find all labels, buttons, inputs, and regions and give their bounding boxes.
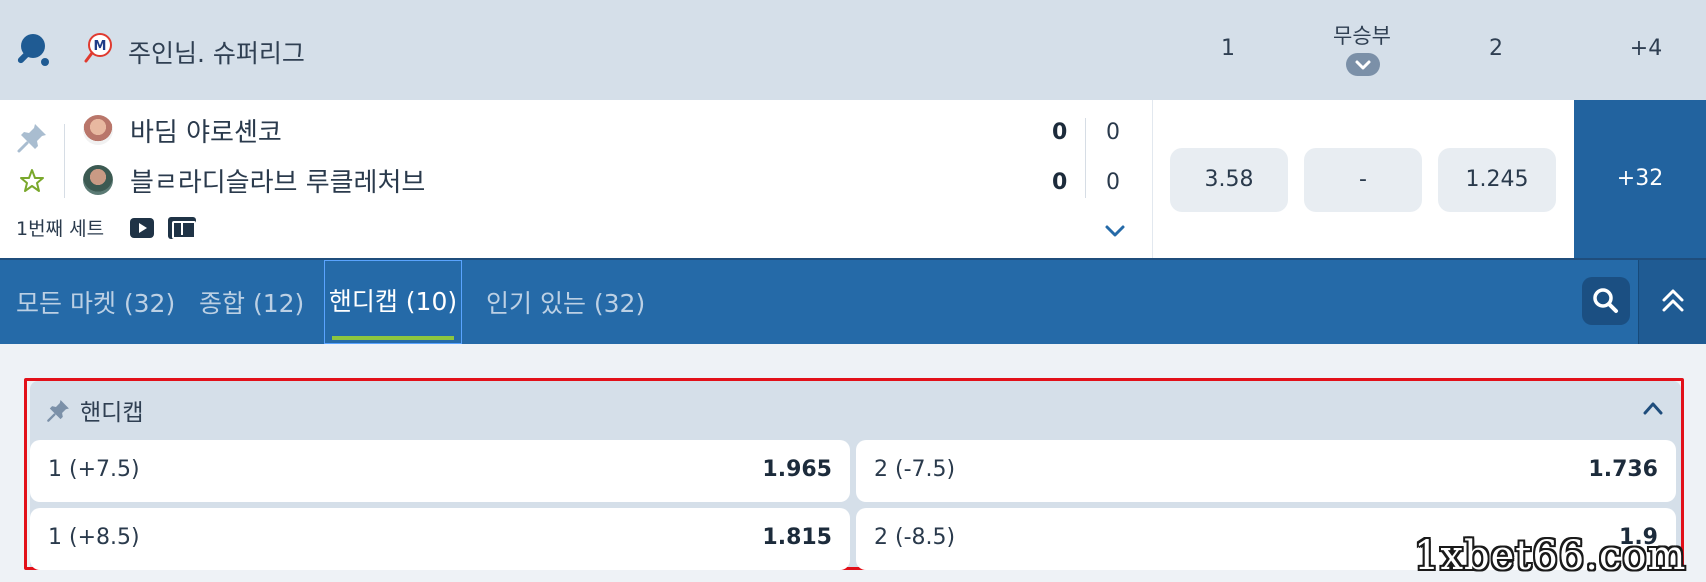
outcome-label: 1 (+7.5) (48, 457, 140, 482)
team1-game-score: 0 (1106, 120, 1120, 145)
tab-handicap-label: 핸디캡 (10) (328, 287, 458, 316)
team2-avatar (83, 165, 113, 195)
favorite-star-icon[interactable] (18, 167, 46, 195)
collapse-button[interactable] (1638, 260, 1706, 344)
chevron-down-icon (1355, 60, 1371, 70)
search-button[interactable] (1582, 277, 1630, 325)
pin-icon[interactable] (16, 120, 50, 154)
outcome-odd: 1.736 (1588, 457, 1658, 482)
svg-text:M: M (94, 39, 107, 54)
team1-name: 바딤 야로셴코 (130, 118, 282, 148)
outcome-label: 2 (-8.5) (874, 525, 956, 550)
double-chevron-up-icon (1662, 289, 1684, 312)
scoreboard-icon[interactable] (168, 217, 196, 239)
main-odds-panel: 3.58 - 1.245 (1152, 100, 1574, 258)
league-logo-icon: M (84, 33, 112, 63)
table-tennis-icon (17, 34, 49, 66)
team2-game-score: 0 (1106, 170, 1120, 195)
league-name[interactable]: 주인님. 슈퍼리그 (128, 34, 305, 70)
column-more-label[interactable]: +4 (1606, 36, 1686, 61)
active-tab-indicator (332, 336, 454, 340)
tab-all-markets[interactable]: 모든 마켓 (32) (16, 284, 175, 320)
market-title[interactable]: 핸디캡 (80, 393, 143, 427)
column-home-label: 1 (1221, 36, 1235, 61)
divider (64, 124, 65, 198)
team2-set-score: 0 (1052, 170, 1068, 195)
watermark: 1xbet66.com (1414, 533, 1687, 579)
score-divider (1085, 118, 1086, 198)
more-markets-button[interactable]: +32 (1574, 100, 1706, 258)
tab-popular[interactable]: 인기 있는 (32) (486, 284, 645, 320)
outcome-odd: 1.965 (762, 457, 832, 482)
column-away-label: 2 (1489, 36, 1503, 61)
outcome-button[interactable]: 1 (+8.5) 1.815 (30, 508, 850, 570)
outcome-button[interactable]: 1 (+7.5) 1.965 (30, 440, 850, 502)
outcome-odd: 1.815 (762, 525, 832, 550)
outcome-label: 1 (+8.5) (48, 525, 140, 550)
odd-home-button[interactable]: 3.58 (1170, 148, 1288, 212)
period-label: 1번째 세트 (16, 218, 105, 240)
league-header: M 주인님. 슈퍼리그 1 무승부 2 +4 (0, 0, 1706, 100)
market-tabs-bar: 모든 마켓 (32) 종합 (12) 핸디캡 (10) 인기 있는 (32) (0, 260, 1706, 344)
column-draw-label: 무승부 (1333, 24, 1391, 48)
outcome-label: 2 (-7.5) (874, 457, 956, 482)
search-icon (1593, 288, 1618, 313)
odd-draw-button[interactable]: - (1304, 148, 1422, 212)
pin-icon[interactable] (46, 397, 72, 423)
draw-column-dropdown[interactable] (1346, 53, 1380, 76)
tab-total[interactable]: 종합 (12) (199, 284, 304, 320)
chevron-up-icon[interactable] (1642, 400, 1664, 416)
team2-name: 블ㄹ라디슬라브 루클레처브 (130, 168, 426, 198)
expand-chevron-icon[interactable] (1104, 224, 1126, 238)
team1-avatar (83, 115, 113, 145)
tab-handicap[interactable]: 핸디캡 (10) (324, 260, 462, 344)
live-video-icon[interactable] (130, 218, 154, 238)
outcome-button[interactable]: 2 (-7.5) 1.736 (856, 440, 1676, 502)
odd-away-button[interactable]: 1.245 (1438, 148, 1556, 212)
event-row: 바딤 야로셴코 블ㄹ라디슬라브 루클레처브 0 0 0 0 1번째 세트 3.5… (0, 100, 1706, 260)
team1-set-score: 0 (1052, 120, 1068, 145)
